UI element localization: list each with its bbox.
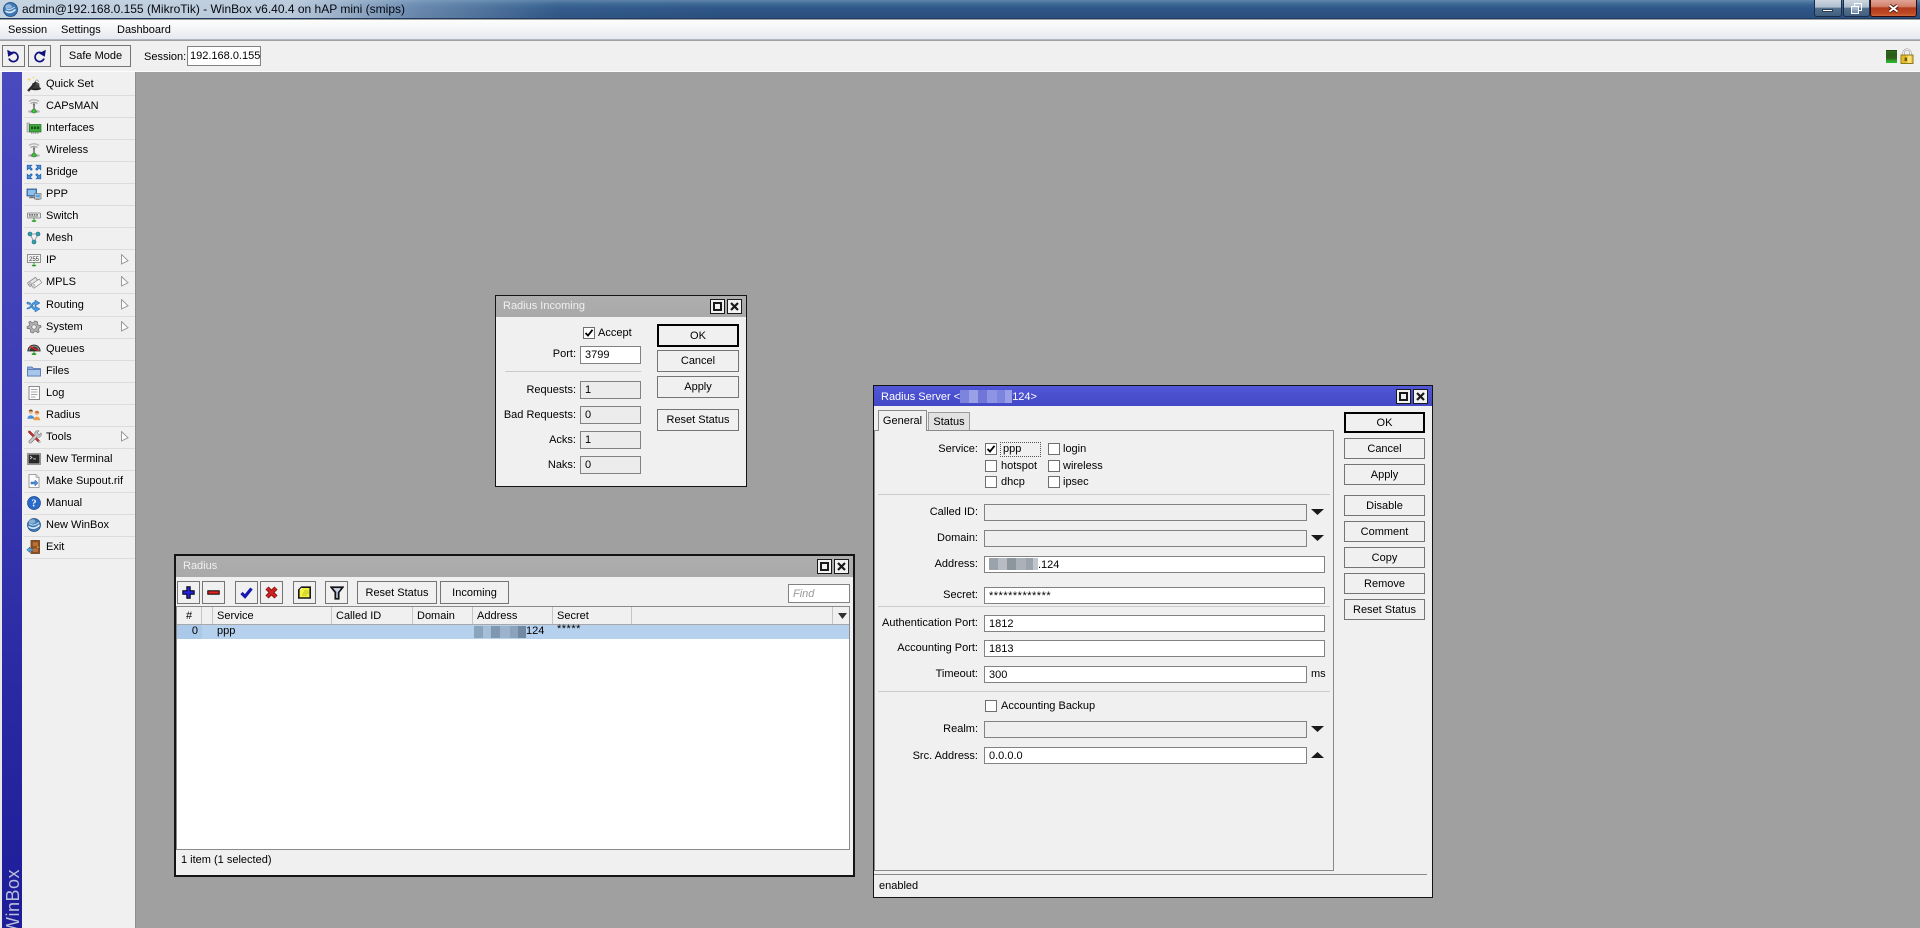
svg-text:?: ?: [32, 499, 37, 510]
svg-text:255: 255: [29, 257, 40, 263]
